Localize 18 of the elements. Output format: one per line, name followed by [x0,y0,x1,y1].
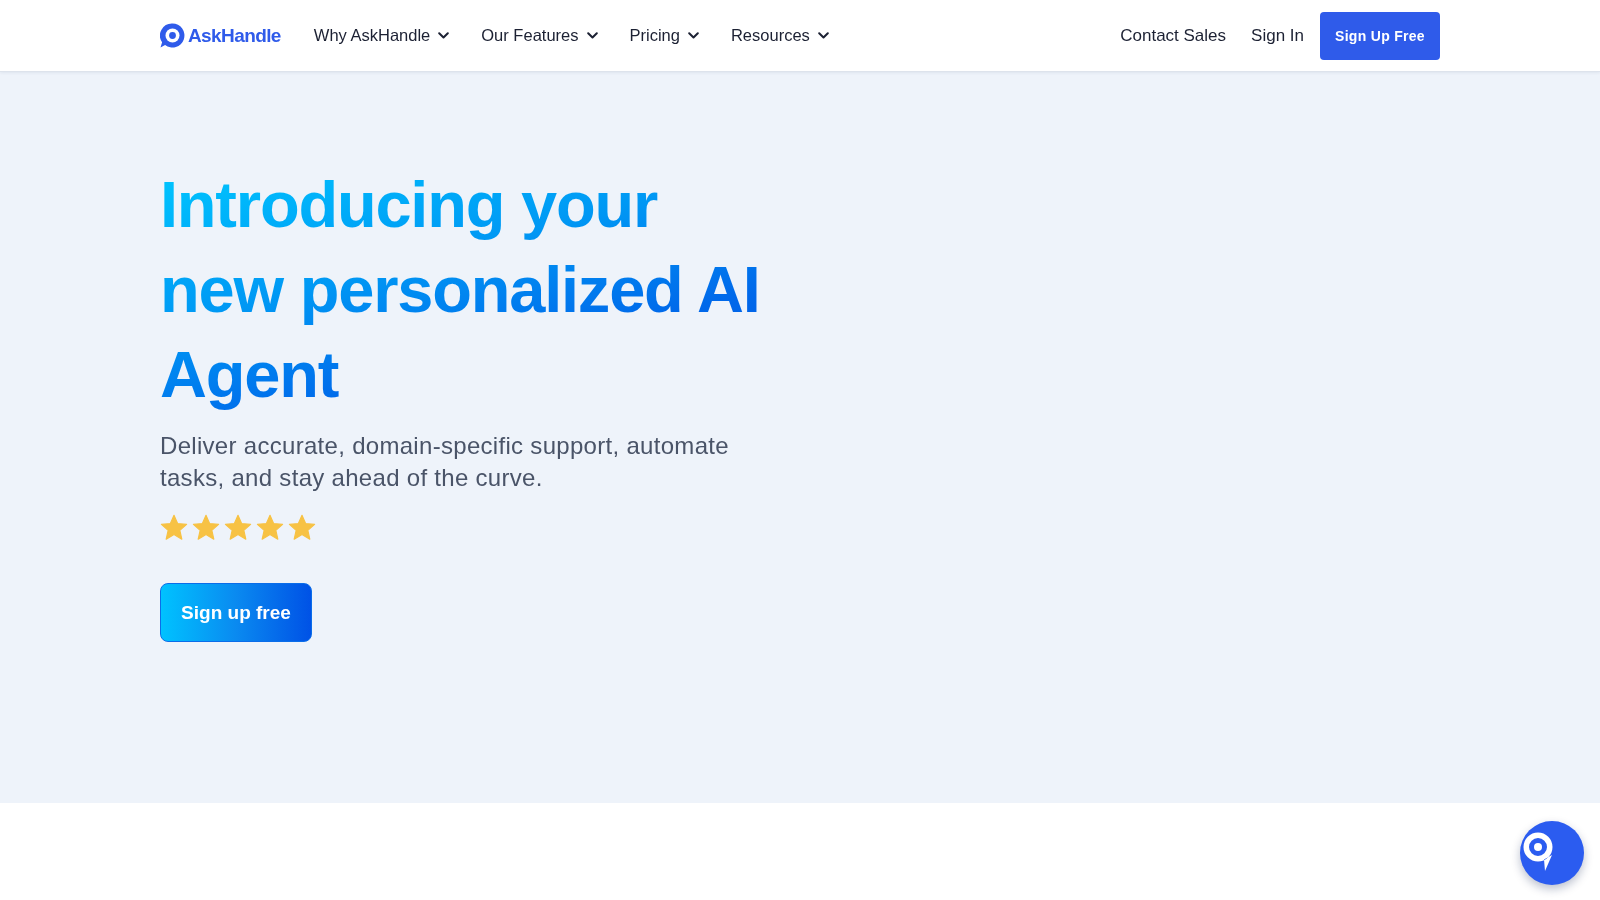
nav-link[interactable]: Sign In [1251,25,1304,46]
logo-link[interactable]: AskHandle [160,23,281,48]
star-icon [160,514,188,542]
nav-link[interactable]: Contact Sales [1120,25,1227,46]
sign-up-button[interactable]: Sign Up Free [1320,11,1440,60]
star-icon [224,514,252,542]
hero-subtitle: Deliver accurate, domain-specific support, automate tasks, and stay ahead of the curve. [160,431,730,493]
nav-menu-button[interactable]: Resources [730,26,829,45]
nav-menu-button[interactable]: Pricing [629,26,699,45]
nav-menu-button[interactable]: Why AskHandle [313,26,450,45]
sign-up-button[interactable]: Sign up free [160,583,312,642]
star-icon [192,514,220,542]
chat-bubble-icon [1521,830,1555,872]
star-icon [256,514,284,542]
star-icon [288,514,316,542]
nav-menu-button[interactable]: Our Features [481,26,598,45]
logo-icon [160,23,185,48]
chat-launcher-button[interactable] [1520,821,1584,885]
